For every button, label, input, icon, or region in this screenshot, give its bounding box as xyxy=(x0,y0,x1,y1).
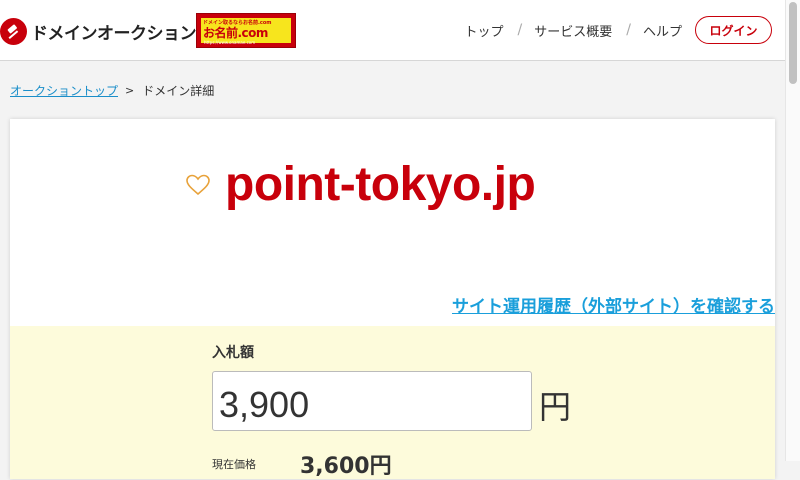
breadcrumb-separator: > xyxy=(125,84,135,97)
bid-amount-input[interactable] xyxy=(212,371,532,431)
nav-service-overview-link[interactable]: サービス概要 xyxy=(534,21,612,40)
breadcrumb: オークショントップ > ドメイン詳細 xyxy=(10,82,214,99)
site-logo[interactable]: ドメインオークション xyxy=(0,16,197,46)
site-header: ドメインオークション ドメイン取るならお名前.com お名前.com https… xyxy=(0,0,786,61)
breadcrumb-auction-top-link[interactable]: オークショントップ xyxy=(10,82,118,99)
site-history-link[interactable]: サイト運用履歴（外部サイト）を確認する xyxy=(452,292,775,317)
page-scrollbar[interactable] xyxy=(785,0,800,461)
domain-name: point-tokyo.jp xyxy=(225,158,536,211)
auction-hammer-icon xyxy=(0,17,27,45)
bid-amount-label: 入札額 xyxy=(212,345,254,361)
breadcrumb-current: ドメイン詳細 xyxy=(142,84,215,98)
current-price-value: 3,600円 xyxy=(300,454,392,479)
nav-separator: / xyxy=(626,22,631,38)
logo-text: ドメインオークション xyxy=(31,23,197,44)
bid-section: 入札額 円 現在価格 3,600円 xyxy=(10,326,775,479)
scrollbar-thumb[interactable] xyxy=(789,2,797,84)
domain-detail-card: point-tokyo.jp サイト運用履歴（外部サイト）を確認する 入札額 円… xyxy=(10,119,775,479)
nav-separator: / xyxy=(517,22,523,38)
login-button[interactable]: ログイン xyxy=(695,16,772,44)
onamae-banner[interactable]: ドメイン取るならお名前.com お名前.com https://www.onam… xyxy=(196,13,296,48)
nav-help-link[interactable]: ヘルプ xyxy=(643,21,682,40)
heart-outline-icon[interactable] xyxy=(185,172,211,198)
banner-url: https://www.onamae.com xyxy=(204,40,256,45)
nav-top-link[interactable]: トップ xyxy=(465,21,504,40)
domain-title-row: point-tokyo.jp xyxy=(185,157,536,213)
banner-brand-name: お名前.com xyxy=(203,26,268,40)
currency-unit: 円 xyxy=(539,388,572,426)
top-nav: トップ / サービス概要 / ヘルプ ログイン xyxy=(465,15,772,45)
current-price-label: 現在価格 xyxy=(212,458,256,471)
